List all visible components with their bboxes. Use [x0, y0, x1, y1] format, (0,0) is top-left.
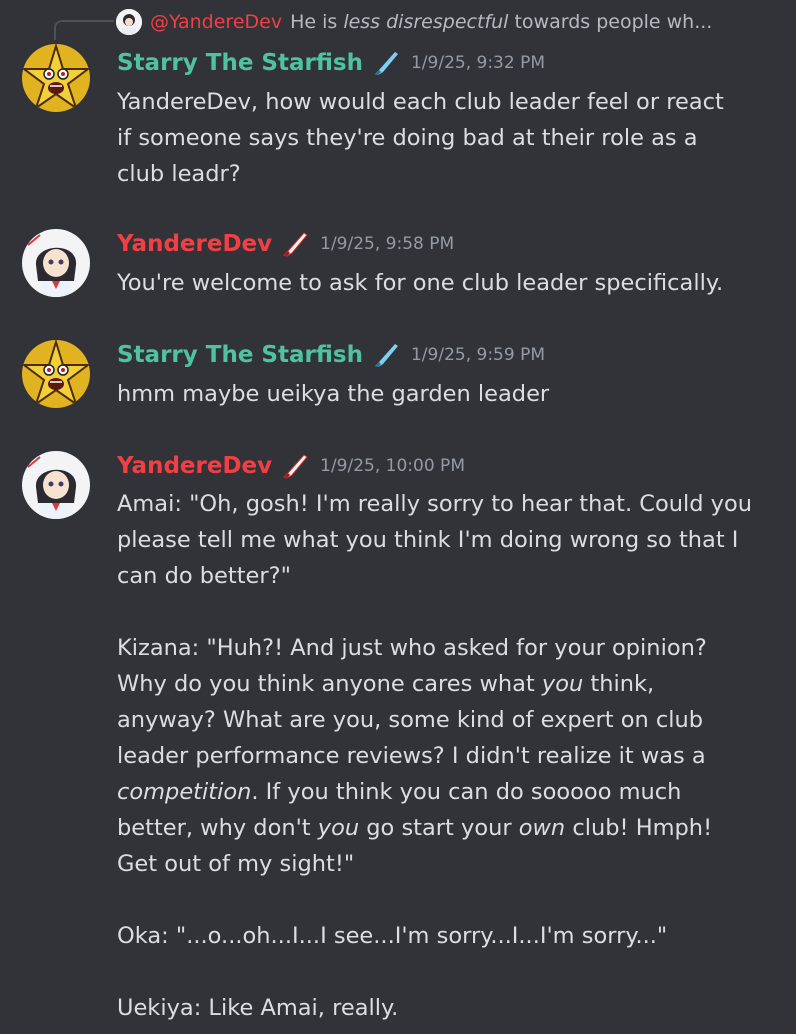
message-line: Amai: "Oh, gosh! I'm really sorry to hea…: [117, 491, 753, 517]
message-line: leader performance reviews? I didn't rea…: [117, 743, 706, 769]
message-3-header: Starry The Starfish 1/9/25, 9:59 PM: [117, 340, 545, 370]
author-name[interactable]: YandereDev: [117, 453, 272, 479]
message-line: Uekiya: Like Amai, really.: [117, 995, 399, 1021]
message-line: Why do you think anyone cares what you t…: [117, 671, 655, 697]
timestamp[interactable]: 1/9/25, 10:00 PM: [320, 456, 465, 476]
message-4-header: YandereDev 1/9/25, 10:00 PM: [117, 451, 465, 481]
author-name[interactable]: Starry The Starfish: [117, 50, 363, 76]
reply-author[interactable]: @YandereDev: [150, 11, 282, 33]
timestamp[interactable]: 1/9/25, 9:32 PM: [411, 53, 545, 73]
red-knife-icon: [280, 229, 310, 259]
message-4-text: Amai: "Oh, gosh! I'm really sorry to hea…: [117, 486, 777, 1026]
message-2-header: YandereDev 1/9/25, 9:58 PM: [117, 229, 454, 259]
starry-avatar[interactable]: [22, 44, 90, 112]
message-line: please tell me what you think I'm doing …: [117, 527, 739, 553]
message-line: hmm maybe ueikya the garden leader: [117, 381, 550, 407]
blue-knife-icon: [371, 340, 401, 370]
reply-reference[interactable]: @YandereDev He is less disrespectful tow…: [116, 8, 712, 36]
reply-connector: [54, 20, 114, 40]
message-line: YandereDev, how would each club leader f…: [117, 89, 724, 115]
timestamp[interactable]: 1/9/25, 9:58 PM: [320, 234, 454, 254]
message-3-text: hmm maybe ueikya the garden leader: [117, 376, 777, 412]
yanderedev-avatar[interactable]: [22, 229, 90, 297]
message-line: club leadr?: [117, 161, 241, 187]
message-line: Kizana: "Huh?! And just who asked for yo…: [117, 635, 707, 661]
message-line: can do better?": [117, 563, 291, 589]
message-line: anyway? What are you, some kind of exper…: [117, 707, 704, 733]
yanderedev-avatar[interactable]: [22, 451, 90, 519]
message-line: You're welcome to ask for one club leade…: [117, 270, 724, 296]
timestamp[interactable]: 1/9/25, 9:59 PM: [411, 345, 545, 365]
reply-avatar: [116, 9, 142, 35]
author-name[interactable]: Starry The Starfish: [117, 342, 363, 368]
message-line: competition. If you think you can do soo…: [117, 779, 682, 805]
blue-knife-icon: [371, 48, 401, 78]
message-line: if someone says they're doing bad at the…: [117, 125, 698, 151]
message-line: Oka: "...o...oh...I...I see...I'm sorry.…: [117, 923, 668, 949]
message-line: Get out of my sight!": [117, 851, 355, 877]
red-knife-icon: [280, 451, 310, 481]
message-1-header: Starry The Starfish 1/9/25, 9:32 PM: [117, 48, 545, 78]
reply-snippet[interactable]: He is less disrespectful towards people …: [290, 11, 712, 33]
message-2-text: You're welcome to ask for one club leade…: [117, 265, 777, 301]
author-name[interactable]: YandereDev: [117, 231, 272, 257]
message-1-text: YandereDev, how would each club leader f…: [117, 84, 777, 192]
message-line: better, why don't you go start your own …: [117, 815, 713, 841]
starry-avatar[interactable]: [22, 340, 90, 408]
